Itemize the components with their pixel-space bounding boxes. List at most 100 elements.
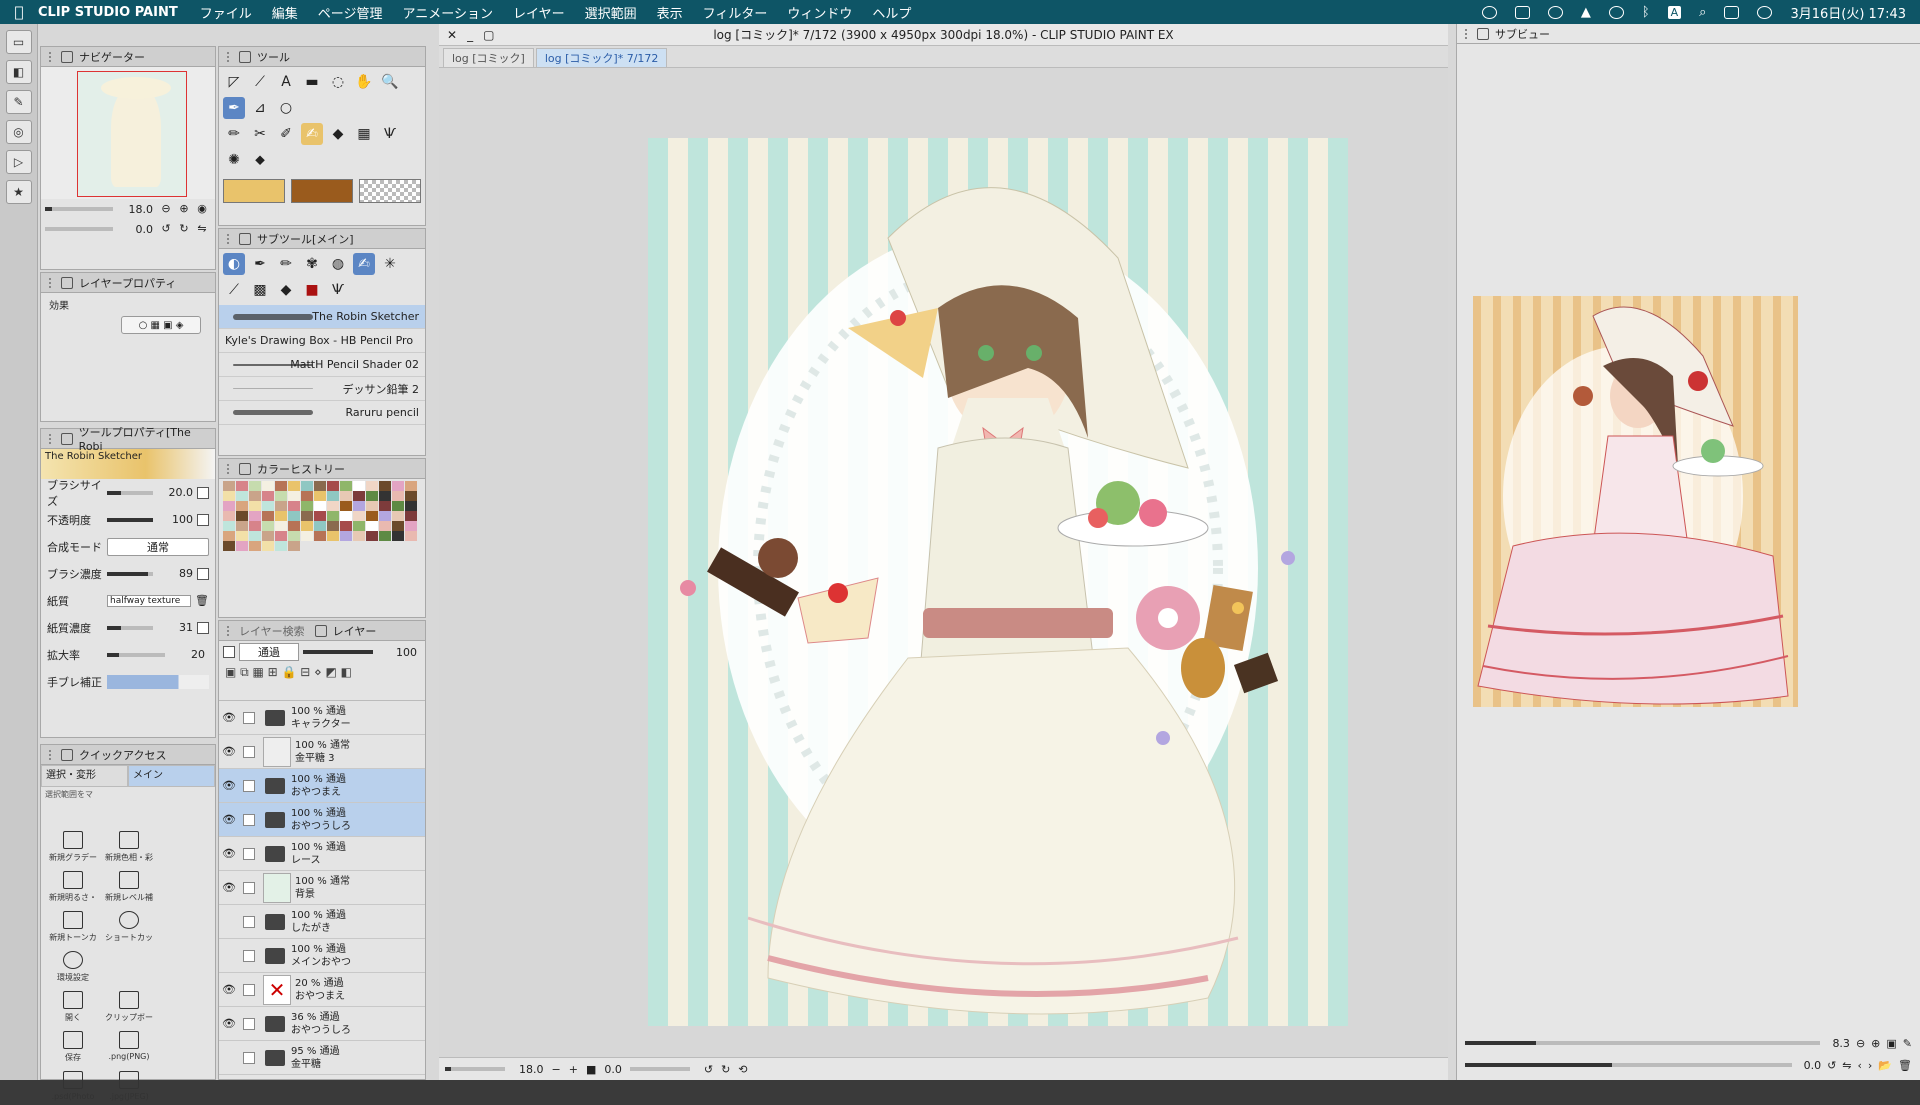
navigator-zoom[interactable]: 18.0 — [119, 203, 154, 216]
color-swatch[interactable] — [249, 521, 261, 531]
qa-top-item[interactable]: 選択範囲をマ — [41, 787, 215, 827]
density-pressure-icon[interactable] — [197, 567, 209, 580]
qa-psd[interactable]: .psd(Photo — [47, 1071, 99, 1101]
color-swatch[interactable] — [223, 511, 235, 521]
ink-subtool-icon[interactable]: ✾ — [301, 253, 323, 275]
status-reset-icon[interactable]: ⟲ — [738, 1063, 747, 1076]
line-tool-icon[interactable]: ⟋ — [249, 71, 271, 93]
color-swatch[interactable] — [249, 511, 261, 521]
color-swatch[interactable] — [353, 501, 365, 511]
ellipse-tool-icon[interactable]: ○ — [275, 97, 297, 119]
color-swatch[interactable] — [262, 541, 274, 551]
hand-tool-icon[interactable]: ✋ — [353, 71, 375, 93]
opacity-pressure-icon[interactable] — [197, 513, 209, 526]
layer-opacity-value[interactable]: 100 — [383, 646, 417, 659]
color-swatch[interactable] — [249, 491, 261, 501]
navigator-rotate-slider[interactable] — [45, 227, 113, 231]
qa-jpg[interactable]: .jpg(JPEG) — [103, 1071, 155, 1101]
app-name-menu[interactable]: CLIP STUDIO PAINT — [38, 5, 178, 20]
color-swatch[interactable] — [314, 481, 326, 491]
color-swatch[interactable] — [223, 541, 235, 551]
color-swatch[interactable] — [262, 531, 274, 541]
bluetooth-icon[interactable]: ᛒ — [1642, 5, 1650, 20]
layer-item[interactable]: 👁 100 % 通過 おやつまえ — [219, 769, 425, 803]
pen-tool-icon[interactable]: ✒ — [223, 97, 245, 119]
zoom-out-icon[interactable]: ⊖ — [159, 202, 173, 216]
color-swatch[interactable] — [288, 491, 300, 501]
color-swatch[interactable] — [236, 541, 248, 551]
subview-delete-icon[interactable]: 🗑 — [1898, 1059, 1912, 1072]
marker-subtool-icon[interactable]: ◆ — [275, 279, 297, 301]
brush-dessin-pencil[interactable]: デッサン鉛筆 2 — [219, 377, 425, 401]
color-swatch[interactable] — [405, 511, 417, 521]
brush-size-value[interactable]: 20.0 — [159, 486, 194, 499]
brush-tool-icon[interactable]: ✐ — [275, 123, 297, 145]
pencil-subtool-icon[interactable]: ✏ — [275, 253, 297, 275]
opacity-value[interactable]: 100 — [159, 513, 193, 526]
subview-zoom-in-icon[interactable]: ⊕ — [1871, 1037, 1880, 1050]
status-zoom-in-icon[interactable]: + — [569, 1063, 578, 1076]
color-swatch[interactable] — [301, 491, 313, 501]
color-swatch[interactable] — [379, 521, 391, 531]
rotate-right-icon[interactable]: ↻ — [177, 222, 191, 236]
maximize-window-icon[interactable]: ▢ — [483, 28, 494, 42]
check-icon[interactable] — [1547, 5, 1563, 19]
color-swatch[interactable] — [301, 501, 313, 511]
color-swatch[interactable] — [275, 521, 287, 531]
drive-icon[interactable]: ▲ — [1581, 5, 1591, 20]
menu-filter[interactable]: フィルター — [703, 3, 768, 22]
color-swatch[interactable] — [288, 531, 300, 541]
text-tool-icon[interactable]: A — [275, 71, 297, 93]
color-swatch[interactable] — [392, 491, 404, 501]
qa-tab-select[interactable]: 選択・変形 — [41, 765, 128, 787]
qa-preferences[interactable]: 環境設定 — [47, 951, 99, 983]
qa-new-gradient[interactable]: 新規グラデー — [47, 831, 99, 863]
menu-view[interactable]: 表示 — [657, 3, 683, 22]
color-swatch[interactable] — [223, 531, 235, 541]
color-swatch[interactable] — [262, 491, 274, 501]
brush-density-value[interactable]: 89 — [159, 567, 193, 580]
stabilization-bar[interactable] — [107, 674, 209, 689]
color-swatch[interactable] — [249, 481, 261, 491]
color-swatch[interactable] — [366, 481, 378, 491]
layer-item[interactable]: 100 % 通過 メインおやつ — [219, 939, 425, 973]
color-swatch[interactable] — [275, 501, 287, 511]
paper-density-value[interactable]: 31 — [159, 621, 193, 634]
transparent-color-swatch[interactable] — [359, 179, 421, 203]
blend-mode-select[interactable]: 通常 — [107, 537, 209, 556]
input-icon[interactable]: A — [1667, 5, 1682, 19]
decoration-tool-icon[interactable]: ✍ — [301, 123, 323, 145]
texture-subtool-icon[interactable]: ▩ — [249, 279, 271, 301]
subview-fit-icon[interactable]: ▣ — [1886, 1037, 1896, 1050]
color-swatch[interactable] — [314, 531, 326, 541]
siri-icon[interactable] — [1757, 5, 1773, 19]
move-tool-icon[interactable]: ⬥ — [249, 149, 271, 171]
document-tab-active[interactable]: log [コミック]* 7/172 — [535, 48, 668, 67]
status-rotate-left-icon[interactable]: ↺ — [704, 1063, 713, 1076]
layer-panel-title[interactable]: レイヤー — [333, 623, 377, 639]
animation-toggle-icon[interactable]: ▷ — [5, 150, 32, 174]
color-swatch[interactable] — [275, 491, 287, 501]
close-window-icon[interactable]: ✕ — [447, 28, 457, 42]
layer-color-icon[interactable] — [223, 646, 235, 658]
opacity-slider[interactable] — [107, 517, 153, 522]
play-icon[interactable] — [1608, 5, 1624, 19]
color-swatch[interactable] — [288, 541, 300, 551]
color-swatch[interactable] — [249, 531, 261, 541]
layers-toggle-icon[interactable]: ◧ — [5, 60, 32, 84]
brush-matth-shader[interactable]: MattH Pencil Shader 02 — [219, 353, 425, 377]
red-brush-subtool-icon[interactable]: ■ — [301, 279, 323, 301]
menu-file[interactable]: ファイル — [200, 3, 252, 22]
color-swatch[interactable] — [366, 491, 378, 501]
favorite-toggle-icon[interactable]: ★ — [5, 180, 32, 204]
color-swatch[interactable] — [392, 531, 404, 541]
color-swatch[interactable] — [223, 491, 235, 501]
color-swatch[interactable] — [275, 541, 287, 551]
airbrush-tool-icon[interactable]: ✂ — [249, 123, 271, 145]
layer-item[interactable]: 👁 100 % 通常 金平糖 3 — [219, 735, 425, 769]
color-swatch[interactable] — [314, 491, 326, 501]
color-swatch[interactable] — [327, 521, 339, 531]
color-swatch[interactable] — [301, 511, 313, 521]
color-swatch[interactable] — [353, 491, 365, 501]
sparkle-subtool-icon[interactable]: ✳ — [379, 253, 401, 275]
